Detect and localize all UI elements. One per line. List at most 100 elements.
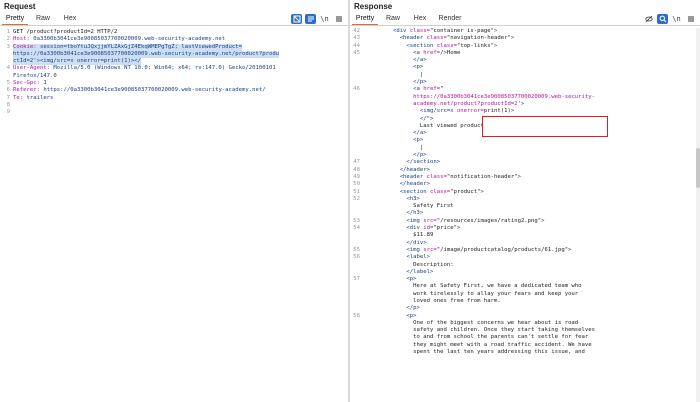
response-scroll-thumb[interactable]	[696, 148, 700, 188]
code-token: </header>	[399, 181, 430, 188]
line-text: <header class="notification-header">	[366, 174, 521, 181]
hide-nonprintable-icon[interactable]	[643, 14, 654, 24]
response-tab-raw[interactable]: Raw	[383, 13, 403, 25]
code-token: <div	[392, 28, 410, 34]
code-line: 6 Referer: https://0a3300b3041ce3e9008503…	[0, 87, 348, 94]
code-token: ctId=2'><img/src=x onerror=print(1)></	[13, 58, 141, 65]
code-line: $11.89	[350, 232, 700, 239]
response-editor[interactable]: 42 <div class="container is-page"> 43 <he…	[350, 28, 700, 356]
code-line: 44 <section class="top-links">	[350, 43, 700, 50]
code-line: 43 <header class="navigation-header">	[350, 35, 700, 42]
line-text: spent the last ten years addressing this…	[366, 349, 585, 356]
line-text: <p>	[366, 137, 423, 144]
code-token: to and from school the parents can't set…	[366, 334, 589, 341]
line-number: 56	[353, 254, 360, 261]
line-number: 7	[6, 94, 10, 101]
code-token: |	[366, 71, 424, 78]
menu-icon[interactable]	[333, 14, 344, 24]
code-line: 53 <img src="/resources/images/rating2.p…	[350, 218, 700, 225]
line-text: Host: 0a3300b3041ce3e90085037700020009.w…	[13, 36, 225, 43]
code-token: GET /product?productId=2 HTTP/2	[13, 29, 118, 35]
request-tabbar: Pretty Raw Hex \n	[0, 13, 348, 26]
code-line: 58 <p>	[350, 313, 700, 320]
code-token: <header	[399, 35, 427, 42]
code-token: </section>	[406, 159, 441, 166]
code-token: Firefox/147.0	[13, 72, 57, 79]
line-text: Firefox/147.0	[13, 73, 57, 80]
line-text: <a href=/>Home	[366, 50, 460, 57]
response-tab-hex[interactable]: Hex	[410, 13, 430, 25]
code-token: </a>	[413, 130, 427, 137]
newline-icon[interactable]: \n	[319, 14, 330, 24]
code-token: <a	[413, 49, 424, 56]
line-number: 8	[6, 101, 10, 108]
code-line: spent the last ten years addressing this…	[350, 349, 700, 356]
response-pane: Response Pretty Raw Hex Render \n 42 <di…	[350, 0, 700, 402]
code-token: id=	[423, 225, 434, 232]
line-text: Sec-Gpc: 1	[13, 80, 47, 87]
code-token: <div	[406, 225, 424, 232]
wrap-lines-icon[interactable]	[305, 14, 316, 24]
code-token: https://0a3300b3041ce3e90085037700020009…	[13, 50, 280, 57]
request-pane: Request Pretty Raw Hex \n 1 GET /product?…	[0, 0, 348, 402]
code-token: session=tboYtuJQxjjmYLZAxGjZ4EkqWMEPgTgZ…	[36, 43, 243, 50]
line-number: 5	[6, 80, 10, 87]
code-line: work tirelessly to allay your fears and …	[350, 291, 700, 298]
code-token: print(1)	[483, 108, 511, 115]
request-tab-raw[interactable]: Raw	[33, 13, 53, 25]
code-token: Last viewed product	[366, 122, 484, 129]
code-line: |	[350, 145, 700, 152]
code-token: ">	[426, 115, 434, 122]
code-token: <h3>	[406, 195, 420, 202]
code-line: </p>	[350, 152, 700, 159]
code-line: loved ones free from harm.	[350, 298, 700, 305]
line-number: 54	[353, 225, 360, 232]
response-tab-pretty[interactable]: Pretty	[352, 13, 378, 25]
search-icon[interactable]	[657, 14, 668, 24]
menu-icon[interactable]	[685, 14, 696, 24]
line-text: https://0a3300b3041ce3e90085037700020009…	[13, 50, 280, 59]
code-line: 7 Te: trailers	[0, 95, 348, 102]
code-line: 51 <section class="product">	[350, 189, 700, 196]
code-line: 50 </header>	[350, 181, 700, 188]
code-line: Here at Safety First, we have a dedicate…	[350, 283, 700, 290]
highlight-box	[482, 116, 608, 137]
code-line: </h3>	[350, 210, 700, 217]
code-line: 5 Sec-Gpc: 1	[0, 80, 348, 87]
code-line: https://0a3300b3041ce3e90085037700020009…	[0, 50, 348, 59]
response-scrollbar[interactable]	[696, 28, 700, 402]
hide-nonprintable-icon[interactable]	[291, 14, 302, 24]
request-tab-pretty[interactable]: Pretty	[2, 13, 28, 25]
code-token: safety and children. Once they start tak…	[366, 327, 596, 334]
code-token: >	[510, 108, 515, 115]
response-tab-render[interactable]: Render	[436, 13, 464, 25]
code-token: <section	[406, 42, 437, 49]
code-line: 3 Cookie: session=tboYtuJQxjjmYLZAxGjZ4Ek…	[0, 43, 348, 51]
line-number: 57	[353, 276, 360, 283]
request-editor[interactable]: 1 GET /product?productId=2 HTTP/2 2 Host: 0…	[0, 29, 348, 117]
code-line: 8	[0, 102, 348, 109]
code-line: </label>	[350, 269, 700, 276]
code-line: 47 </section>	[350, 159, 700, 166]
code-token: "/resources/images/rating2.png"	[436, 217, 542, 224]
line-text: </header>	[366, 181, 430, 188]
code-token: 1	[39, 80, 47, 87]
response-title: Response	[354, 2, 393, 11]
code-token: >	[517, 173, 521, 180]
code-token: >	[510, 35, 515, 42]
request-tab-hex[interactable]: Hex	[60, 13, 80, 25]
code-token: Safety First	[366, 203, 454, 210]
code-token: class=	[436, 42, 457, 49]
code-token: </a>	[413, 57, 427, 64]
newline-icon[interactable]: \n	[671, 14, 682, 24]
